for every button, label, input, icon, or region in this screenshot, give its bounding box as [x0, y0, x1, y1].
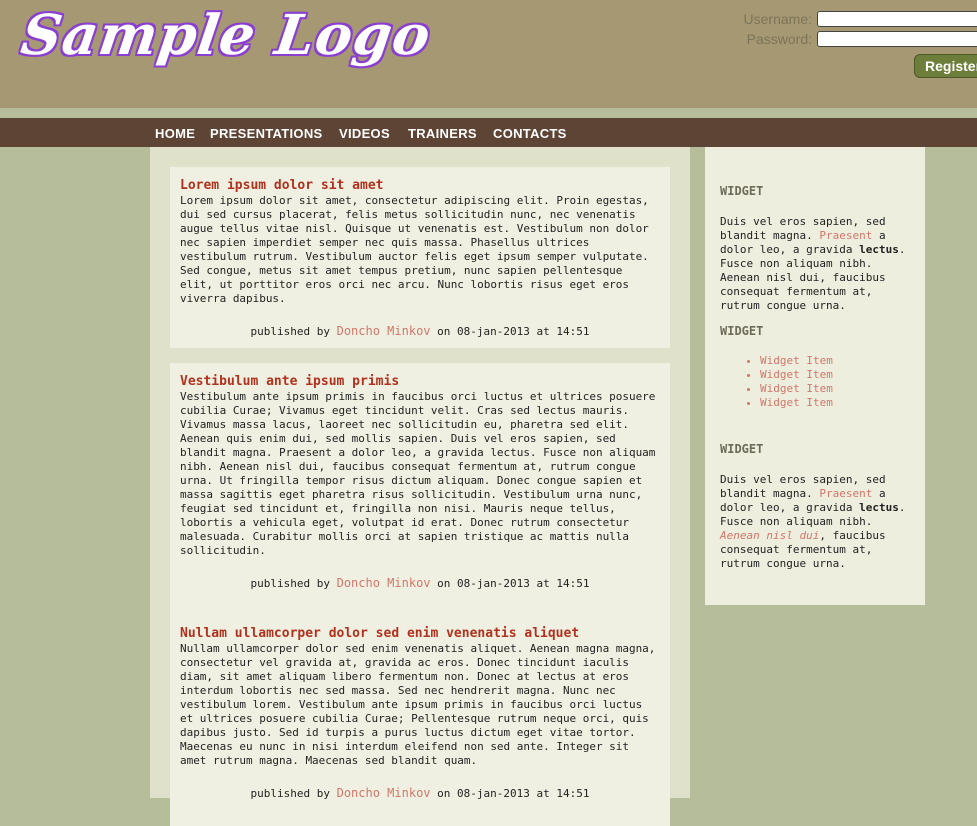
widget-text: Duis vel eros sapien, sed blandit magna.… — [720, 215, 906, 312]
published-by-label: published by — [250, 787, 330, 800]
post-card: Nullam ullamcorper dolor sed enim venena… — [170, 615, 670, 826]
register-button[interactable]: Register — [914, 54, 977, 78]
nav-item-presentations[interactable]: PRESENTATIONS — [210, 126, 322, 141]
username-label: Username: — [743, 11, 812, 27]
sidebar: WIDGET Duis vel eros sapien, sed blandit… — [705, 147, 925, 605]
widget-link[interactable]: Praesent — [819, 487, 872, 500]
widget-title: WIDGET — [720, 184, 764, 198]
site-logo[interactable]: Sample Logo — [17, 2, 435, 67]
post-title[interactable]: Nullam ullamcorper dolor sed enim venena… — [180, 626, 660, 641]
post-meta: published by Doncho Minkov on 08-jan-201… — [180, 324, 660, 338]
nav-item-trainers[interactable]: TRAINERS — [408, 126, 477, 141]
widget-link[interactable]: Praesent — [819, 229, 872, 242]
widget-item[interactable]: Widget Item — [760, 368, 833, 382]
post-title[interactable]: Lorem ipsum dolor sit amet — [180, 178, 660, 193]
post-title[interactable]: Vestibulum ante ipsum primis — [180, 374, 660, 389]
published-by-label: published by — [250, 577, 330, 590]
widget-text: Duis vel eros sapien, sed blandit magna.… — [720, 473, 906, 570]
password-label: Password: — [746, 31, 812, 47]
author-link[interactable]: Doncho Minkov — [337, 324, 431, 338]
widget-item[interactable]: Widget Item — [760, 396, 833, 410]
header-divider — [0, 108, 977, 118]
header: Sample Logo Username: Password: Register — [0, 0, 977, 108]
post-meta: published by Doncho Minkov on 08-jan-201… — [180, 576, 660, 590]
widget-item[interactable]: Widget Item — [760, 382, 833, 396]
post-body: Nullam ullamcorper dolor sed enim venena… — [180, 642, 656, 767]
published-by-label: published by — [250, 325, 330, 338]
main-nav: HOME PRESENTATIONS VIDEOS TRAINERS CONTA… — [0, 118, 977, 147]
username-input[interactable] — [817, 11, 977, 27]
post-date: on 08-jan-2013 at 14:51 — [437, 577, 590, 590]
post-date: on 08-jan-2013 at 14:51 — [437, 787, 590, 800]
post-card: Vestibulum ante ipsum primis Vestibulum … — [170, 363, 670, 616]
widget-list: Widget Item Widget Item Widget Item Widg… — [720, 354, 833, 410]
post-date: on 08-jan-2013 at 14:51 — [437, 325, 590, 338]
post-body: Lorem ipsum dolor sit amet, consectetur … — [180, 194, 649, 305]
post-body: Vestibulum ante ipsum primis in faucibus… — [180, 390, 656, 557]
widget-item[interactable]: Widget Item — [760, 354, 833, 368]
post-card: Lorem ipsum dolor sit amet Lorem ipsum d… — [170, 167, 670, 348]
password-input[interactable] — [817, 31, 977, 47]
widget-italic-link[interactable]: Aenean nisl dui — [720, 529, 819, 542]
nav-item-contacts[interactable]: CONTACTS — [493, 126, 567, 141]
nav-item-home[interactable]: HOME — [155, 126, 195, 141]
widget-title: WIDGET — [720, 324, 764, 338]
widget-title: WIDGET — [720, 442, 764, 456]
author-link[interactable]: Doncho Minkov — [337, 576, 431, 590]
content-column: Lorem ipsum dolor sit amet Lorem ipsum d… — [150, 147, 690, 826]
nav-item-videos[interactable]: VIDEOS — [339, 126, 390, 141]
